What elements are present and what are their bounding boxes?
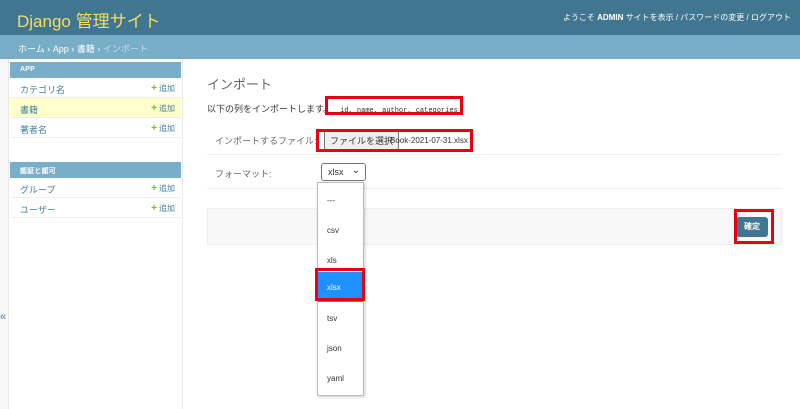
site-branding[interactable]: Django 管理サイト	[17, 7, 161, 32]
add-label[interactable]: 追加	[159, 184, 175, 193]
sidebar-item-author[interactable]: 著者名 + 追加	[10, 118, 181, 138]
logout-link[interactable]: ログアウト	[751, 13, 791, 22]
page-title: インポート	[207, 77, 273, 92]
format-option-json[interactable]: json	[318, 333, 363, 363]
format-option-empty[interactable]: ---	[318, 185, 363, 215]
add-category-button[interactable]: + 追加	[151, 83, 175, 94]
chevron-down-icon: ⌄	[351, 165, 360, 176]
sidebar-item-user[interactable]: ユーザー + 追加	[10, 198, 181, 218]
user-tools: ようこそ ADMIN サイトを表示 / パスワードの変更 / ログアウト	[563, 12, 791, 23]
format-label: フォーマット:	[215, 169, 272, 179]
sidebar-item-category[interactable]: カテゴリ名 + 追加	[10, 78, 181, 98]
breadcrumb: ホーム › App › 書籍 › インポート	[0, 35, 800, 59]
change-password-link[interactable]: パスワードの変更	[680, 13, 744, 22]
plus-icon: +	[151, 103, 157, 114]
file-row: インポートするファイル:	[207, 125, 782, 155]
highlight-box	[325, 96, 463, 115]
add-group-button[interactable]: + 追加	[151, 183, 175, 194]
module-auth: 認証と認可 グループ + 追加 ユーザー + 追加	[10, 162, 181, 218]
format-select[interactable]: xlsx ⌄	[321, 163, 366, 181]
sidebar-toggle[interactable]: «	[0, 59, 9, 409]
add-user-button[interactable]: + 追加	[151, 203, 175, 214]
module-caption-app[interactable]: APP	[10, 62, 181, 78]
breadcrumb-separator: ›	[71, 44, 75, 54]
highlight-box	[316, 129, 473, 152]
sidebar-item-label[interactable]: グループ	[20, 183, 55, 196]
format-option-csv[interactable]: csv	[318, 215, 363, 245]
breadcrumb-app[interactable]: App	[53, 44, 69, 54]
breadcrumb-model[interactable]: 書籍	[77, 44, 95, 54]
plus-icon: +	[151, 183, 157, 194]
separator: /	[675, 13, 679, 22]
submit-row: 確定	[207, 208, 782, 245]
add-label[interactable]: 追加	[159, 124, 175, 133]
format-row: フォーマット:	[207, 155, 782, 189]
sidebar-item-book[interactable]: 書籍 + 追加	[10, 98, 181, 118]
breadcrumb-separator: ›	[97, 44, 101, 54]
breadcrumb-home[interactable]: ホーム	[18, 44, 45, 54]
breadcrumb-current: インポート	[102, 44, 148, 54]
collapse-icon[interactable]: «	[0, 311, 6, 323]
file-label: インポートするファイル:	[215, 136, 317, 146]
add-author-button[interactable]: + 追加	[151, 123, 175, 134]
highlight-box	[315, 268, 365, 301]
plus-icon: +	[151, 83, 157, 94]
welcome-text: ようこそ	[562, 13, 595, 22]
sidebar-item-label[interactable]: ユーザー	[20, 203, 56, 216]
username: ADMIN	[597, 13, 624, 22]
plus-icon: +	[151, 203, 157, 214]
plus-icon: +	[151, 123, 157, 134]
format-select-value: xlsx	[328, 167, 344, 177]
import-info-label: 以下の列をインポートします。	[207, 104, 333, 114]
add-label[interactable]: 追加	[159, 104, 175, 113]
format-option-tsv[interactable]: tsv	[318, 303, 363, 333]
module-app: APP カテゴリ名 + 追加 書籍 + 追加 著者名 + 追加	[10, 62, 181, 138]
separator: /	[746, 13, 749, 22]
highlight-box	[734, 209, 774, 244]
header: Django 管理サイト ようこそ ADMIN サイトを表示 / パスワードの変…	[0, 0, 800, 35]
add-book-button[interactable]: + 追加	[151, 103, 175, 114]
sidebar-item-label[interactable]: 書籍	[20, 103, 38, 116]
add-label[interactable]: 追加	[159, 84, 175, 93]
sidebar-item-label[interactable]: カテゴリ名	[20, 83, 65, 96]
sidebar-item-group[interactable]: グループ + 追加	[10, 178, 181, 198]
breadcrumb-separator: ›	[47, 44, 51, 54]
add-label[interactable]: 追加	[159, 204, 175, 213]
view-site-link[interactable]: サイトを表示	[626, 13, 674, 22]
sidebar-item-label[interactable]: 著者名	[20, 123, 47, 136]
format-option-yaml[interactable]: yaml	[318, 363, 363, 393]
module-caption-auth[interactable]: 認証と認可	[10, 162, 181, 178]
